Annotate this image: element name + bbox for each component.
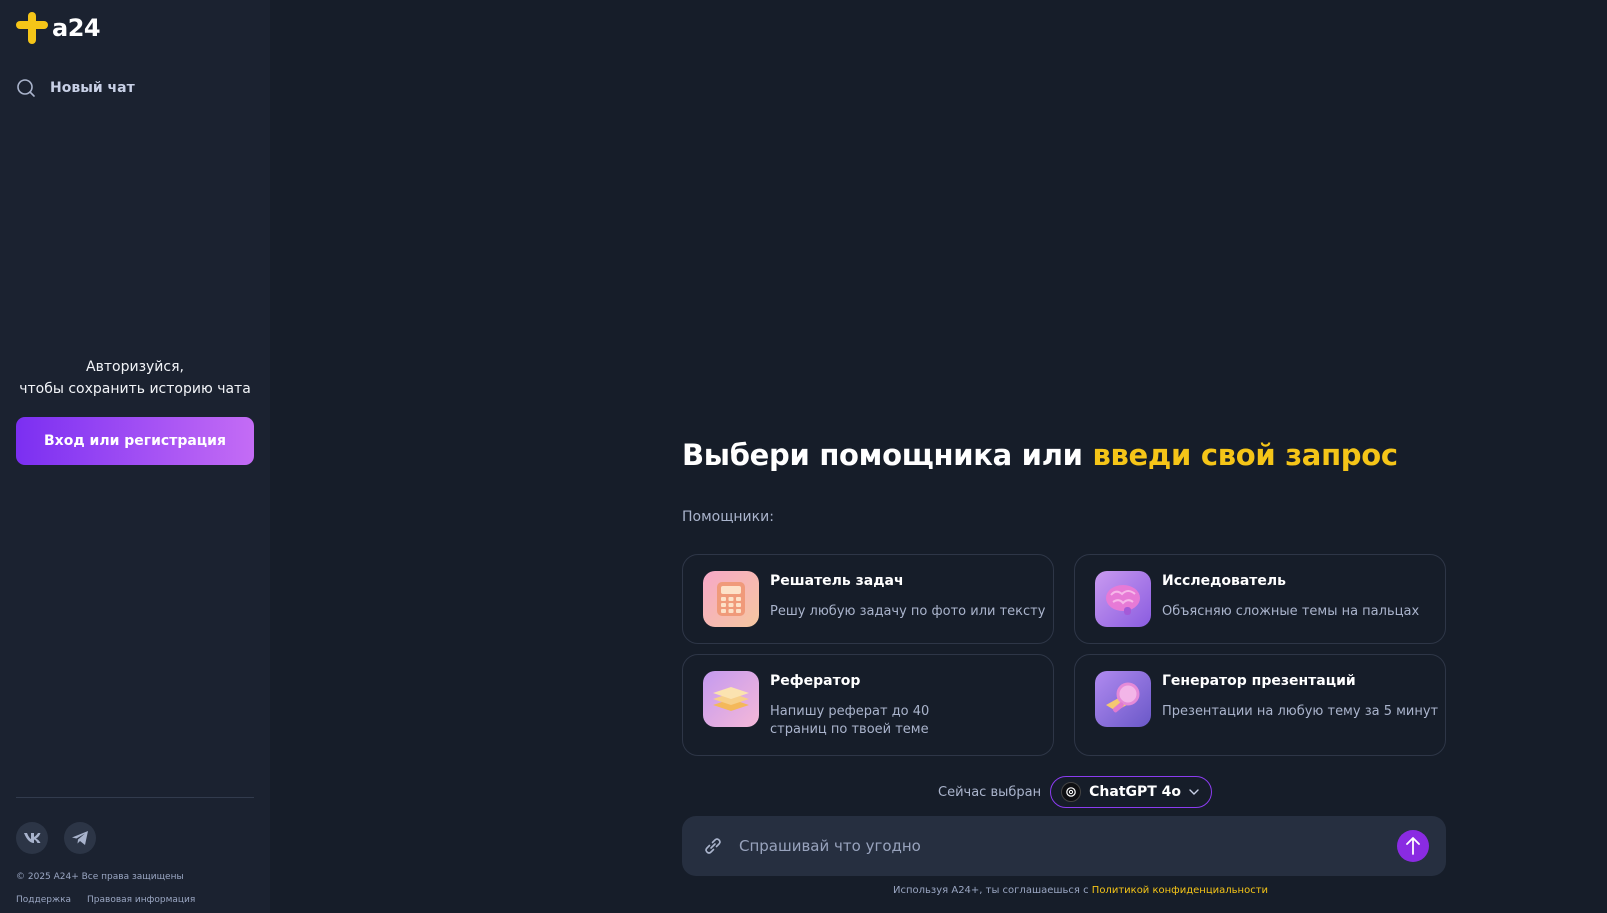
footer-links: Поддержка Правовая информация (16, 895, 195, 905)
auth-prompt-line2: чтобы сохранить историю чата (19, 381, 251, 397)
helper-desc: Объясняю сложные темы на пальцах (1162, 604, 1420, 619)
helper-card-presentations[interactable]: Генератор презентаций Презентации на люб… (1074, 654, 1446, 756)
openai-icon (1061, 782, 1082, 802)
chevron-down-icon (1189, 789, 1199, 795)
copyright: © 2025 A24+ Все права защищены (16, 872, 184, 882)
page-title: Выбери помощника или введи свой запрос (682, 438, 1398, 472)
prompt-box (682, 816, 1446, 876)
helper-card-researcher[interactable]: Исследователь Объясняю сложные темы на п… (1074, 554, 1446, 644)
helper-title: Генератор презентаций (1162, 673, 1356, 689)
support-link[interactable]: Поддержка (16, 895, 71, 905)
privacy-policy-link[interactable]: Политикой конфиденциальности (1092, 885, 1268, 896)
helper-title: Рефератор (770, 673, 861, 689)
page-title-accent: введи свой запрос (1092, 438, 1398, 472)
magnifier-icon (1095, 671, 1151, 727)
arrow-up-icon (1406, 837, 1420, 855)
helper-desc: Презентации на любую тему за 5 минут (1162, 704, 1439, 719)
app-root: a24 Новый чат Авторизуйся, чтобы сохрани… (0, 0, 1607, 913)
helper-card-essay[interactable]: Рефератор Напишу реферат до 40 страниц п… (682, 654, 1054, 756)
helper-desc: Решу любую задачу по фото или тексту (770, 604, 1046, 619)
disclaimer: Используя A24+, ты соглашаешься с Полити… (0, 885, 1607, 896)
model-select[interactable]: ChatGPT 4o (1050, 776, 1213, 808)
helper-title: Исследователь (1162, 573, 1287, 589)
helper-title: Решатель задач (770, 573, 904, 589)
sidebar-divider (16, 797, 254, 798)
logo-plus-icon (16, 12, 48, 44)
brain-icon (1095, 571, 1151, 627)
helper-desc: Напишу реферат до 40 страниц по твоей те… (770, 703, 929, 739)
auth-prompt-line1: Авторизуйся, (86, 359, 184, 375)
legal-link[interactable]: Правовая информация (87, 895, 195, 905)
telegram-icon[interactable] (64, 822, 96, 854)
disclaimer-prefix: Используя A24+, ты соглашаешься с (893, 885, 1092, 896)
prompt-input[interactable] (739, 830, 1359, 862)
login-button[interactable]: Вход или регистрация (16, 417, 254, 465)
social-links (16, 822, 96, 854)
sidebar: a24 Новый чат Авторизуйся, чтобы сохрани… (0, 0, 270, 913)
papers-icon (703, 671, 759, 727)
helper-desc-line1: Напишу реферат до 40 (770, 704, 930, 719)
model-label: Сейчас выбран (938, 784, 1042, 800)
logo-text: a24 (52, 14, 101, 42)
model-selector-row: Сейчас выбран ChatGPT 4o (938, 776, 1213, 808)
new-chat-label: Новый чат (50, 80, 135, 96)
send-button[interactable] (1397, 830, 1429, 862)
search-icon (17, 79, 35, 97)
attach-icon[interactable] (702, 835, 724, 861)
helper-desc-line2: страниц по твоей теме (770, 722, 929, 737)
logo[interactable]: a24 (16, 12, 101, 44)
helpers-label: Помощники: (682, 509, 774, 525)
page-title-plain: Выбери помощника или (682, 438, 1093, 472)
auth-prompt: Авторизуйся, чтобы сохранить историю чат… (0, 356, 270, 400)
vk-icon[interactable] (16, 822, 48, 854)
model-name: ChatGPT 4o (1089, 784, 1182, 800)
new-chat-button[interactable]: Новый чат (16, 78, 135, 98)
helper-card-solver[interactable]: Решатель задач Решу любую задачу по фото… (682, 554, 1054, 644)
calculator-icon (703, 571, 759, 627)
